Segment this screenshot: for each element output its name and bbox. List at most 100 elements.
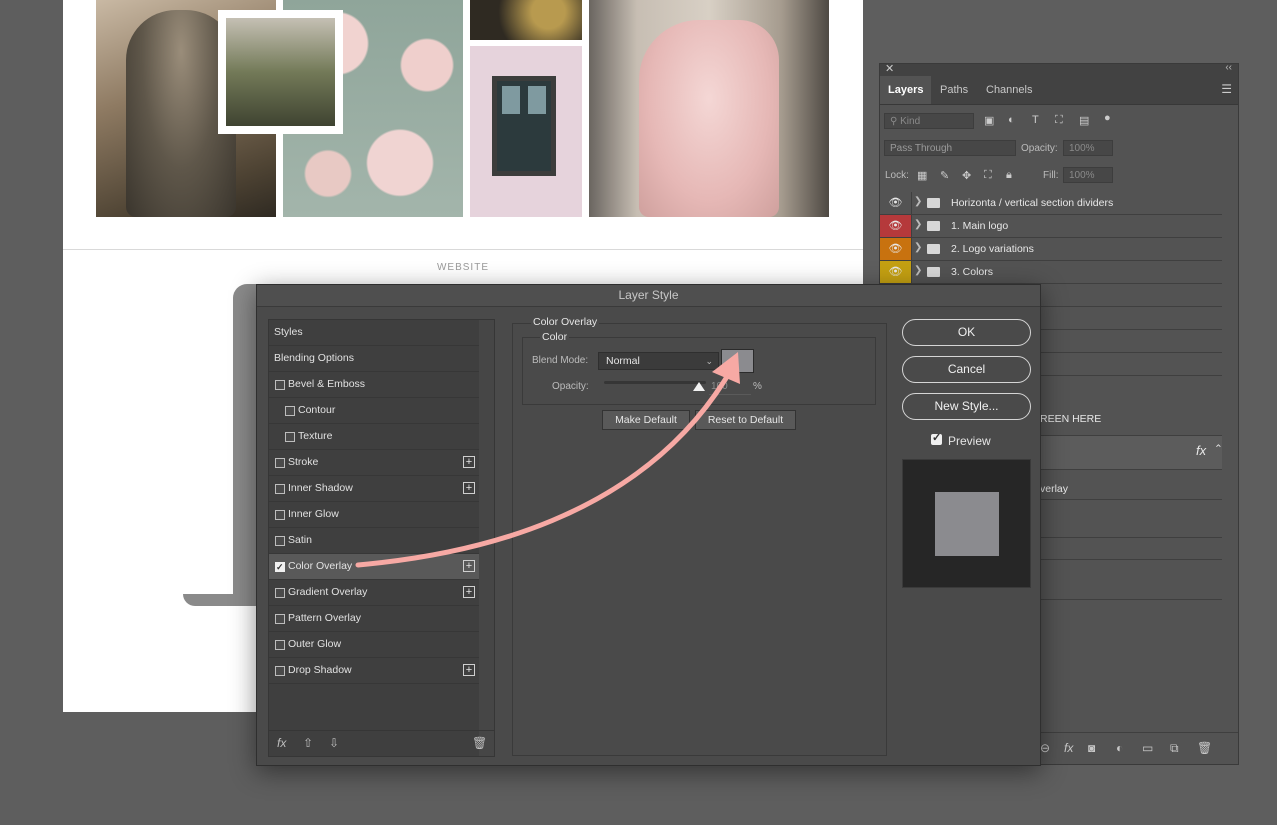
move-up-icon[interactable]: ⇧ <box>303 736 313 750</box>
move-down-icon[interactable]: ⇩ <box>329 736 339 750</box>
lock-all-icon[interactable]: 🔒︎ <box>1006 169 1012 182</box>
smart-object-filter-icon[interactable]: ▤ <box>1079 114 1089 127</box>
style-item-label: Texture <box>298 430 333 442</box>
style-item-label: Inner Shadow <box>288 482 353 494</box>
tab-paths[interactable]: Paths <box>932 76 976 104</box>
tab-channels[interactable]: Channels <box>978 76 1040 104</box>
style-item-outer-glow[interactable]: Outer Glow <box>269 632 479 658</box>
tab-layers[interactable]: Layers <box>880 76 932 104</box>
fx-menu-icon[interactable]: fx <box>1064 741 1073 755</box>
style-item-inner-glow[interactable]: Inner Glow <box>269 502 479 528</box>
link-icon[interactable]: ⊖ <box>1040 741 1050 755</box>
layer-name: Horizonta / vertical section dividers <box>951 197 1114 209</box>
style-checkbox[interactable] <box>275 614 285 624</box>
style-item-color-overlay[interactable]: Color Overlay + <box>269 554 479 580</box>
layer-row[interactable]: 👁︎ ❯ Horizonta / vertical section divide… <box>880 192 1222 215</box>
layer-row[interactable]: 👁︎ ❯ 2. Logo variations <box>880 238 1222 261</box>
style-checkbox[interactable] <box>275 588 285 598</box>
style-checkbox[interactable] <box>275 380 285 390</box>
eye-icon[interactable]: 👁︎ <box>880 238 912 260</box>
pixel-filter-icon[interactable]: ▣ <box>984 114 994 127</box>
trash-icon[interactable]: 🗑︎ <box>1197 741 1212 755</box>
style-checkbox[interactable] <box>275 484 285 494</box>
opacity-slider[interactable] <box>604 381 706 384</box>
style-item-texture[interactable]: Texture <box>269 424 479 450</box>
styles-list: Styles Blending Options Bevel & Emboss Cont… <box>268 319 495 757</box>
layer-row[interactable]: 👁︎ ❯ 1. Main logo <box>880 215 1222 238</box>
lock-artboard-icon[interactable]: ⛶ <box>984 169 992 182</box>
style-checkbox[interactable] <box>285 432 295 442</box>
chevron-up-icon[interactable]: ⌃ <box>1214 443 1223 455</box>
mask-icon[interactable]: ◙ <box>1088 741 1095 755</box>
eye-icon[interactable]: 👁︎ <box>880 261 912 283</box>
chevron-right-icon[interactable]: ❯ <box>914 196 922 207</box>
style-item-stroke[interactable]: Stroke + <box>269 450 479 476</box>
preview-checkbox[interactable] <box>931 431 942 445</box>
add-effect-icon[interactable]: + <box>463 456 475 468</box>
chevron-down-icon: ⌄ <box>705 356 713 366</box>
style-item-label: Pattern Overlay <box>288 612 361 624</box>
style-item-label: Blending Options <box>274 352 354 364</box>
type-filter-icon[interactable]: T <box>1032 114 1039 126</box>
style-checkbox[interactable] <box>275 458 285 468</box>
kind-filter-select[interactable]: ⚲ Kind <box>884 113 974 129</box>
style-item-inner-shadow[interactable]: Inner Shadow + <box>269 476 479 502</box>
style-item-satin[interactable]: Satin <box>269 528 479 554</box>
ok-button[interactable]: OK <box>902 319 1031 346</box>
style-checkbox[interactable] <box>275 536 285 546</box>
panel-menu-icon[interactable]: ☰ <box>1221 82 1232 96</box>
add-effect-icon[interactable]: + <box>463 482 475 494</box>
adjustment-layer-icon[interactable]: ◐ <box>1116 741 1123 755</box>
style-item-styles[interactable]: Styles <box>269 320 479 346</box>
style-item-blending-options[interactable]: Blending Options <box>269 346 479 372</box>
styles-scrollbar[interactable] <box>479 320 494 756</box>
trash-icon[interactable]: 🗑︎ <box>472 736 487 750</box>
fill-input[interactable]: 100% <box>1063 167 1113 183</box>
blend-mode-select[interactable]: Pass Through <box>884 140 1016 156</box>
opacity-input[interactable]: 100% <box>1063 140 1113 156</box>
add-effect-icon[interactable]: + <box>463 560 475 572</box>
style-item-label: Styles <box>274 326 303 338</box>
preview-thumbnail <box>902 459 1031 588</box>
layer-row[interactable]: 👁︎ ❯ 3. Colors <box>880 261 1222 284</box>
overlay-color-swatch[interactable] <box>721 349 754 373</box>
eye-icon[interactable]: 👁︎ <box>880 215 912 237</box>
style-item-contour[interactable]: Contour <box>269 398 479 424</box>
style-checkbox[interactable] <box>275 640 285 650</box>
opacity-slider-thumb[interactable] <box>693 382 705 391</box>
make-default-button[interactable]: Make Default <box>602 410 690 430</box>
fill-label: Fill: <box>1043 170 1059 181</box>
adjustment-filter-icon[interactable]: ◐ <box>1008 114 1015 126</box>
chevron-right-icon[interactable]: ❯ <box>914 219 922 230</box>
opacity-input[interactable]: 100 <box>709 379 751 395</box>
collapse-icon[interactable]: ‹‹ <box>1225 62 1232 73</box>
style-checkbox[interactable] <box>285 406 295 416</box>
lock-position-icon[interactable]: ✥ <box>962 169 971 182</box>
cancel-button[interactable]: Cancel <box>902 356 1031 383</box>
filter-toggle-icon[interactable]: ● <box>1104 112 1111 124</box>
reset-to-default-button[interactable]: Reset to Default <box>695 410 796 430</box>
new-layer-icon[interactable]: ⧉ <box>1170 741 1179 756</box>
close-icon[interactable]: ✕ <box>885 62 894 75</box>
search-icon: ⚲ <box>890 116 901 127</box>
add-effect-icon[interactable]: + <box>463 664 475 676</box>
new-group-icon[interactable]: ▭ <box>1142 741 1153 755</box>
chevron-right-icon[interactable]: ❯ <box>914 265 922 276</box>
style-checkbox[interactable] <box>275 555 285 580</box>
style-item-bevel-emboss[interactable]: Bevel & Emboss <box>269 372 479 398</box>
new-style-button[interactable]: New Style... <box>902 393 1031 420</box>
lock-transparent-icon[interactable]: ▦ <box>917 169 927 182</box>
shape-filter-icon[interactable]: ⛶ <box>1055 114 1063 127</box>
fx-menu-icon[interactable]: fx <box>277 736 286 750</box>
lock-image-icon[interactable]: ✎ <box>940 169 949 182</box>
style-item-pattern-overlay[interactable]: Pattern Overlay <box>269 606 479 632</box>
chevron-right-icon[interactable]: ❯ <box>914 242 922 253</box>
style-checkbox[interactable] <box>275 510 285 520</box>
add-effect-icon[interactable]: + <box>463 586 475 598</box>
style-item-drop-shadow[interactable]: Drop Shadow + <box>269 658 479 684</box>
blend-mode-select[interactable]: Normal ⌄ <box>598 352 719 370</box>
eye-icon[interactable]: 👁︎ <box>880 192 912 214</box>
section-divider <box>63 249 863 250</box>
style-item-gradient-overlay[interactable]: Gradient Overlay + <box>269 580 479 606</box>
style-checkbox[interactable] <box>275 666 285 676</box>
